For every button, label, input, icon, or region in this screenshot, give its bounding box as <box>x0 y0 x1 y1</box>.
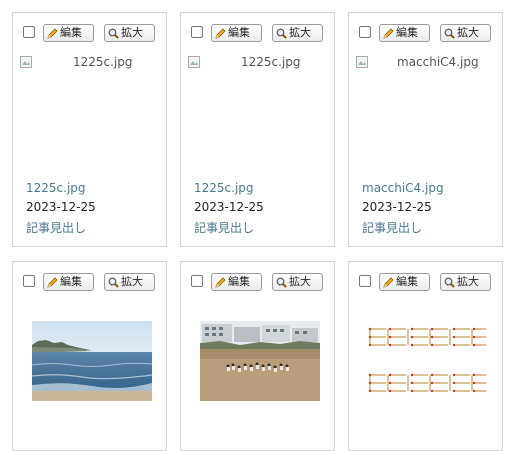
headline-link[interactable]: 記事見出し <box>194 219 254 236</box>
edit-button-label: 編集 <box>60 26 82 39</box>
magnifier-icon <box>276 277 287 288</box>
sea-coast-photo[interactable] <box>32 321 152 401</box>
file-name-link[interactable]: 1225c.jpg <box>26 181 86 195</box>
select-checkbox[interactable] <box>191 275 203 287</box>
pencil-icon <box>215 27 226 39</box>
zoom-button-label: 拡大 <box>121 26 143 39</box>
image-preview[interactable]: macchiC4.jpg <box>356 55 506 71</box>
pencil-icon <box>383 27 394 39</box>
zoom-button[interactable]: 拡大 <box>272 24 323 42</box>
select-checkbox[interactable] <box>359 26 371 38</box>
edit-button-label: 編集 <box>228 275 250 288</box>
file-name-link[interactable]: 1225c.jpg <box>194 181 254 195</box>
zoom-button-label: 拡大 <box>121 275 143 288</box>
select-checkbox[interactable] <box>191 26 203 38</box>
file-date: 2023-12-25 <box>26 200 96 214</box>
edit-button[interactable]: 編集 <box>379 273 430 291</box>
pencil-icon <box>215 276 226 288</box>
broken-image-icon <box>20 56 32 68</box>
beach-crowd-photo[interactable] <box>200 321 320 401</box>
zoom-button[interactable]: 拡大 <box>440 24 491 42</box>
zoom-button-label: 拡大 <box>457 26 479 39</box>
headline-link[interactable]: 記事見出し <box>362 219 422 236</box>
image-alt-text: 1225c.jpg <box>241 55 301 69</box>
select-checkbox[interactable] <box>359 275 371 287</box>
edit-button[interactable]: 編集 <box>379 24 430 42</box>
zoom-button[interactable]: 拡大 <box>440 273 491 291</box>
image-card: 編集 拡大 1225c.jpg 1225c.jpg 2023-12-25 記事見… <box>12 12 167 247</box>
broken-image-icon <box>356 56 368 68</box>
image-alt-text: 1225c.jpg <box>73 55 133 69</box>
file-date: 2023-12-25 <box>194 200 264 214</box>
zoom-button[interactable]: 拡大 <box>104 273 155 291</box>
edit-button[interactable]: 編集 <box>43 273 94 291</box>
zoom-button-label: 拡大 <box>289 26 311 39</box>
sea-coast-image <box>32 321 152 401</box>
file-name-link[interactable]: macchiC4.jpg <box>362 181 444 195</box>
image-preview[interactable]: 1225c.jpg <box>20 55 170 71</box>
zoom-button-label: 拡大 <box>289 275 311 288</box>
edit-button[interactable]: 編集 <box>211 273 262 291</box>
edit-button-label: 編集 <box>60 275 82 288</box>
edit-button[interactable]: 編集 <box>211 24 262 42</box>
pencil-icon <box>47 27 58 39</box>
image-card: 編集 拡大 <box>180 261 335 451</box>
beach-crowd-image <box>200 321 320 401</box>
image-preview[interactable]: 1225c.jpg <box>188 55 338 71</box>
magnifier-icon <box>444 277 455 288</box>
matchstick-puzzle-image <box>368 321 488 401</box>
matchstick-puzzle-photo[interactable] <box>368 321 488 401</box>
select-checkbox[interactable] <box>23 26 35 38</box>
edit-button-label: 編集 <box>396 26 418 39</box>
image-alt-text: macchiC4.jpg <box>397 55 479 69</box>
edit-button-label: 編集 <box>396 275 418 288</box>
magnifier-icon <box>276 28 287 39</box>
image-card: 編集 拡大 macchiC4.jpg macchiC4.jpg 2023-12-… <box>348 12 503 247</box>
zoom-button[interactable]: 拡大 <box>272 273 323 291</box>
pencil-icon <box>383 276 394 288</box>
magnifier-icon <box>444 28 455 39</box>
edit-button[interactable]: 編集 <box>43 24 94 42</box>
broken-image-icon <box>188 56 200 68</box>
magnifier-icon <box>108 277 119 288</box>
image-card: 編集 拡大 <box>348 261 503 451</box>
pencil-icon <box>47 276 58 288</box>
zoom-button-label: 拡大 <box>457 275 479 288</box>
zoom-button[interactable]: 拡大 <box>104 24 155 42</box>
image-card: 編集 拡大 1225c.jpg 1225c.jpg 2023-12-25 記事見… <box>180 12 335 247</box>
magnifier-icon <box>108 28 119 39</box>
edit-button-label: 編集 <box>228 26 250 39</box>
headline-link[interactable]: 記事見出し <box>26 219 86 236</box>
image-card: 編集 拡大 <box>12 261 167 451</box>
file-date: 2023-12-25 <box>362 200 432 214</box>
select-checkbox[interactable] <box>23 275 35 287</box>
